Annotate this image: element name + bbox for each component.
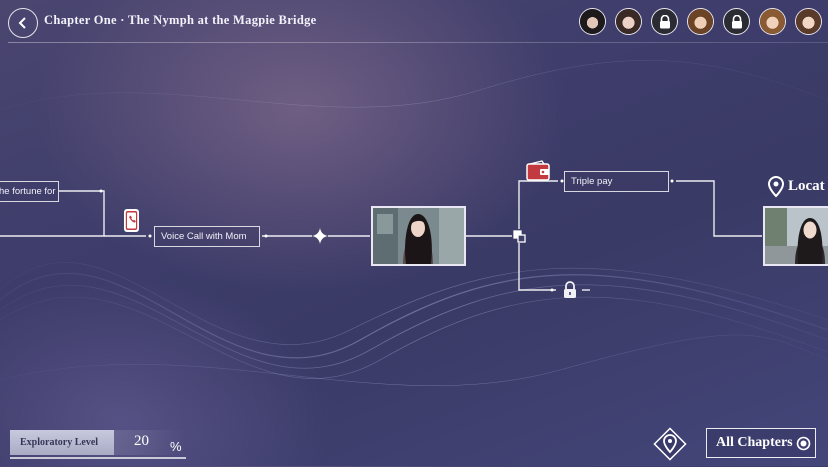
exploratory-underline	[10, 457, 186, 459]
exploratory-level-unit: %	[170, 439, 182, 454]
story-node-triple-pay[interactable]: Triple pay	[564, 171, 669, 192]
character-avatar-3-locked[interactable]	[651, 8, 678, 35]
header-divider	[8, 42, 828, 43]
avatar-face-icon	[688, 9, 713, 34]
story-node-label: he fortune for Buddha	[0, 186, 58, 197]
character-avatar-5-locked[interactable]	[723, 8, 750, 35]
location-label: Locat	[788, 178, 825, 194]
character-avatar-7[interactable]	[795, 8, 822, 35]
lock-icon	[659, 14, 670, 28]
exploratory-level-value: 20	[134, 433, 149, 449]
story-node-label: Voice Call with Mom	[161, 231, 247, 242]
lock-icon	[731, 14, 742, 28]
exploratory-level-label: Exploratory Level	[10, 430, 114, 455]
scene-portrait-image	[373, 208, 464, 264]
character-avatar-1[interactable]	[579, 8, 606, 35]
character-avatars	[579, 8, 822, 35]
branch-icon[interactable]	[513, 230, 526, 243]
story-node-voice-call[interactable]: Voice Call with Mom	[154, 226, 260, 247]
avatar-face-icon	[616, 9, 641, 34]
wallet-icon	[526, 160, 550, 181]
all-chapters-button[interactable]: All Chapters	[706, 428, 816, 458]
avatar-face-icon	[796, 9, 821, 34]
map-location-button[interactable]	[652, 426, 688, 462]
story-node-label: Triple pay	[571, 176, 613, 187]
avatar-face-icon	[580, 9, 605, 34]
phone-icon	[124, 209, 139, 232]
lock-icon	[564, 281, 576, 298]
chapter-title: Chapter One · The Nymph at the Magpie Br…	[44, 13, 317, 27]
avatar-face-icon	[760, 9, 785, 34]
character-avatar-2[interactable]	[615, 8, 642, 35]
all-chapters-label: All Chapters	[716, 435, 793, 450]
back-arrow-icon	[18, 17, 26, 29]
map-pin-diamond-icon	[653, 427, 687, 461]
story-node-location-image[interactable]	[763, 206, 828, 266]
story-node-fortune[interactable]: he fortune for Buddha	[0, 181, 59, 202]
character-avatar-6[interactable]	[759, 8, 786, 35]
story-node-scene-image[interactable]	[371, 206, 466, 266]
back-button[interactable]	[8, 8, 38, 38]
location-pin-icon	[767, 175, 785, 198]
target-circle-icon	[796, 436, 810, 450]
sparkle-icon	[312, 228, 328, 244]
character-avatar-4[interactable]	[687, 8, 714, 35]
location-portrait-image	[765, 208, 828, 264]
